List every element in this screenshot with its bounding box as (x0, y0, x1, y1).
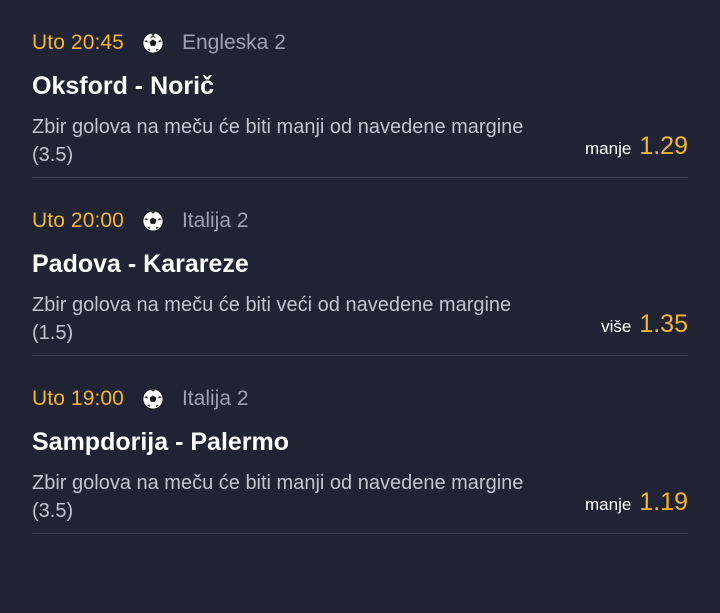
odd-label: manje (585, 495, 632, 514)
event-time: Uto 20:00 (32, 209, 124, 232)
match-teams: Oksford - Norič (32, 72, 214, 100)
odd-value: 1.35 (639, 310, 688, 338)
odd-selection[interactable]: više 1.35 (601, 310, 688, 339)
divider (32, 533, 688, 534)
event-list: Uto 20:45 Engleska 2 Oksford - Norič Zbi… (0, 0, 720, 613)
event-meta: Uto 19:00 Italija 2 (32, 382, 249, 416)
bet-description: Zbir golova na meču će biti veći od nave… (32, 294, 512, 344)
odd-selection[interactable]: manje 1.19 (585, 488, 688, 517)
league-name: Italija 2 (181, 209, 249, 232)
soccer-ball-icon (142, 32, 164, 54)
league-name: Italija 2 (181, 387, 249, 410)
event-time: Uto 19:00 (32, 387, 124, 410)
match-teams: Sampdorija - Palermo (32, 428, 290, 456)
league-name: Engleska 2 (181, 31, 286, 54)
match-teams: Padova - Karareze (32, 250, 249, 278)
odd-selection[interactable]: manje 1.29 (585, 132, 688, 161)
odd-value: 1.29 (639, 132, 688, 160)
event-card[interactable]: Uto 20:00 Italija 2 Padova - Karareze Zb… (32, 178, 688, 356)
event-meta: Uto 20:45 Engleska 2 (32, 26, 286, 60)
soccer-ball-icon (142, 210, 164, 232)
event-meta: Uto 20:00 Italija 2 (32, 204, 249, 238)
odd-label: više (601, 317, 632, 336)
odd-value: 1.19 (639, 488, 688, 516)
event-card[interactable]: Uto 19:00 Italija 2 Sampdorija - Palermo… (32, 356, 688, 534)
odd-label: manje (585, 139, 632, 158)
bet-description: Zbir golova na meču će biti manji od nav… (32, 472, 524, 522)
event-time: Uto 20:45 (32, 31, 124, 54)
bet-description: Zbir golova na meču će biti manji od nav… (32, 116, 524, 166)
soccer-ball-icon (142, 388, 164, 410)
event-card[interactable]: Uto 20:45 Engleska 2 Oksford - Norič Zbi… (32, 0, 688, 178)
